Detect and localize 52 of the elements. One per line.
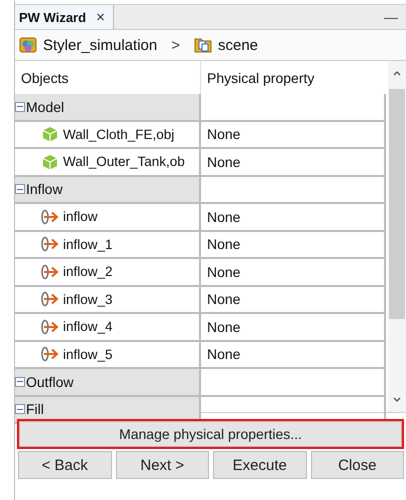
object-name: Wall_Cloth_FE,obj xyxy=(63,126,174,142)
tree-item[interactable]: inflow_1 xyxy=(15,232,201,257)
breadcrumb-item[interactable]: scene xyxy=(218,36,258,54)
wizard-button[interactable]: Next > xyxy=(116,451,209,479)
table-cell[interactable]: None xyxy=(201,342,386,367)
project-icon xyxy=(19,36,37,54)
breadcrumb-separator: > xyxy=(171,36,180,54)
object-name: inflow_4 xyxy=(63,319,113,334)
table-cell[interactable]: None xyxy=(201,204,386,230)
tree-item[interactable]: Wall_Outer_Tank,ob xyxy=(15,149,201,174)
object-name: inflow_1 xyxy=(63,236,113,252)
panel-tab[interactable]: PW Wizard × xyxy=(15,5,114,29)
tree-item[interactable]: inflow_4 xyxy=(15,314,201,340)
tree-item[interactable]: inflow_5 xyxy=(15,342,201,367)
group-label: Fill xyxy=(26,401,44,418)
scroll-up-icon[interactable] xyxy=(392,69,402,77)
wizard-button[interactable]: Close xyxy=(310,451,404,479)
tab-title: PW Wizard xyxy=(19,10,86,24)
scroll-down-icon[interactable] xyxy=(392,396,402,404)
wizard-button[interactable]: < Back xyxy=(18,451,112,479)
table-cell[interactable]: None xyxy=(201,232,386,257)
collapse-icon[interactable] xyxy=(15,404,25,414)
folder-icon xyxy=(194,36,212,54)
collapse-icon[interactable] xyxy=(15,376,25,387)
table-cell[interactable]: None xyxy=(201,259,386,284)
object-name: inflow_5 xyxy=(63,346,113,362)
table-cell[interactable]: None xyxy=(201,149,386,174)
tree-group[interactable]: Model xyxy=(15,94,201,120)
group-label: Inflow xyxy=(26,181,63,198)
minimize-button[interactable]: — xyxy=(384,9,406,25)
scrollbar[interactable] xyxy=(388,61,406,412)
tree-group[interactable]: Outflow xyxy=(15,369,201,394)
close-button[interactable]: × xyxy=(96,8,105,26)
object-name: inflow_3 xyxy=(63,292,113,307)
group-label: Outflow xyxy=(26,374,74,390)
table-cell[interactable]: None xyxy=(201,286,386,312)
group-label: Model xyxy=(26,98,64,115)
tree-item[interactable]: inflow_3 xyxy=(15,286,201,312)
object-name: inflow xyxy=(63,209,98,224)
table-cell[interactable]: None xyxy=(201,314,386,340)
tree-item[interactable]: inflow xyxy=(15,204,201,230)
wizard-button[interactable]: Execute xyxy=(213,451,306,479)
tree-group[interactable]: Inflow xyxy=(15,176,201,202)
collapse-icon[interactable] xyxy=(15,102,25,112)
breadcrumb-item[interactable]: Styler_simulation xyxy=(43,36,158,54)
manage-properties-button[interactable]: Manage physical properties... xyxy=(19,421,402,447)
collapse-icon[interactable] xyxy=(15,184,25,194)
table-cell[interactable]: None xyxy=(201,122,386,147)
object-name: Wall_Outer_Tank,ob xyxy=(63,154,185,170)
tree-item[interactable]: Wall_Cloth_FE,obj xyxy=(15,122,201,147)
object-name: inflow_2 xyxy=(63,264,113,280)
tree-item[interactable]: inflow_2 xyxy=(15,259,201,284)
